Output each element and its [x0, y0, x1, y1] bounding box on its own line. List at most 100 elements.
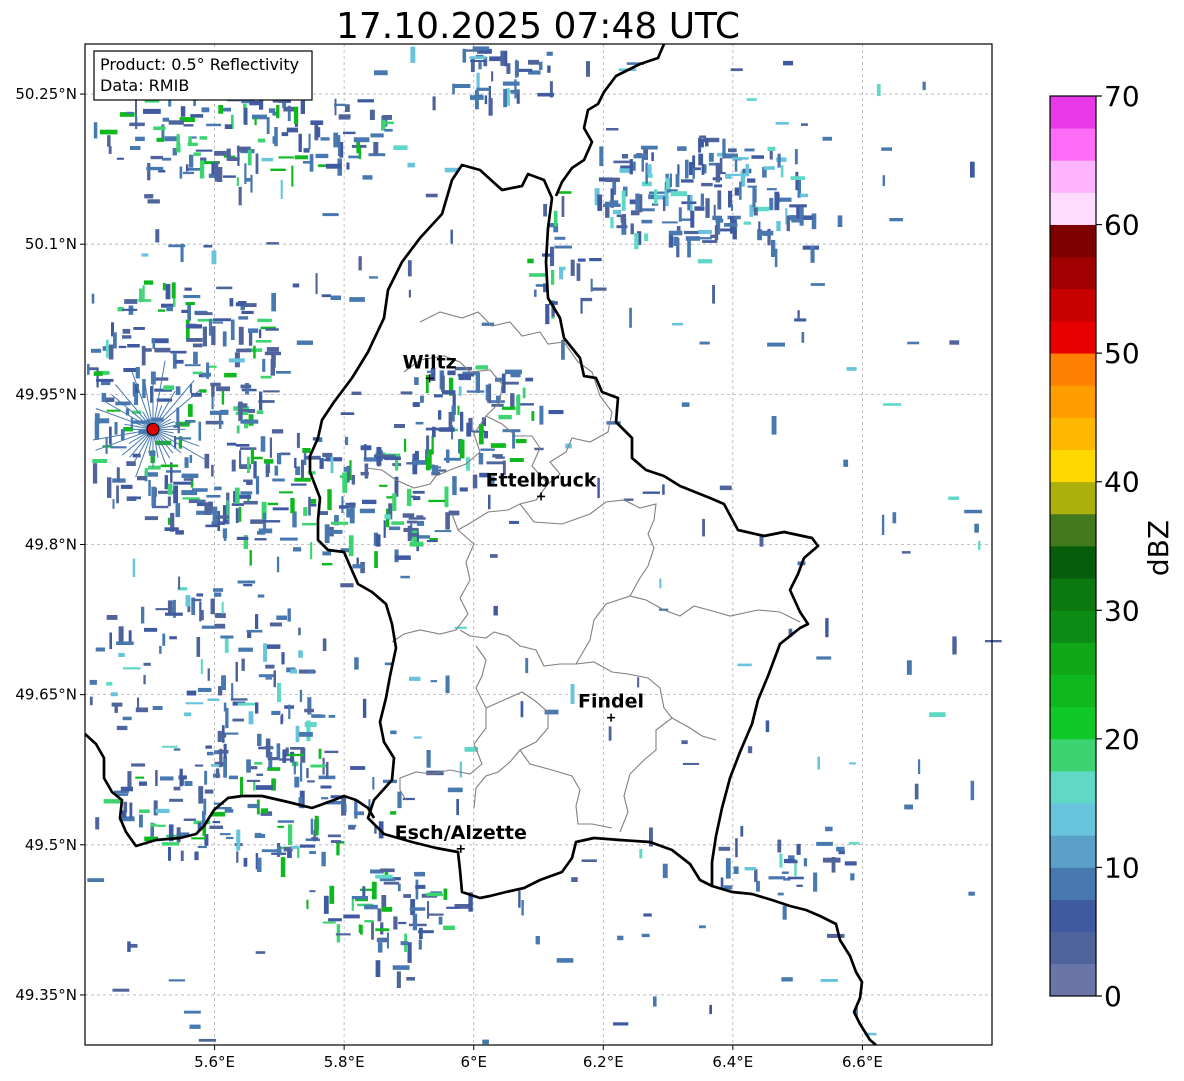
- echo-cell: [490, 443, 506, 448]
- echo-cell: [298, 627, 301, 636]
- echo-cell: [364, 920, 374, 923]
- echo-cell: [137, 697, 140, 709]
- echo-cell: [444, 486, 449, 508]
- echo-cell: [114, 704, 118, 713]
- echo-cell: [307, 780, 315, 783]
- echo-cell: [208, 365, 217, 368]
- echo-cell: [235, 661, 238, 682]
- echo-cell: [290, 669, 298, 674]
- echo-cell: [475, 372, 480, 393]
- echo-cell: [201, 107, 210, 113]
- echo-cell: [701, 163, 705, 175]
- colorbar-band: [1050, 321, 1096, 354]
- echo-cell: [397, 883, 401, 892]
- echo-cell: [795, 171, 799, 191]
- echo-cell: [153, 126, 166, 131]
- echo-cell: [300, 100, 305, 114]
- echo-cell: [364, 444, 367, 460]
- echo-cell: [143, 108, 161, 114]
- echo-cell: [621, 154, 628, 159]
- echo-cell: [199, 610, 204, 621]
- echo-cell: [259, 391, 263, 411]
- echo-cell: [189, 1024, 201, 1029]
- echo-cell: [214, 486, 222, 491]
- echo-cell: [459, 487, 468, 492]
- echo-cell: [974, 523, 979, 533]
- echo-cell: [407, 162, 415, 168]
- echo-cell: [384, 121, 394, 125]
- echo-cell: [712, 215, 722, 221]
- echo-cell: [196, 593, 204, 597]
- echo-cell: [407, 942, 412, 963]
- echo-cell: [420, 395, 424, 403]
- echo-cell: [640, 208, 655, 212]
- echo-cell: [844, 861, 857, 866]
- echo-cell: [286, 127, 298, 133]
- colorbar-tick-label: 70: [1104, 80, 1140, 113]
- city-label: Esch/Alzette: [395, 822, 527, 844]
- echo-cell: [460, 411, 464, 432]
- echo-cell: [427, 901, 430, 919]
- echo-cell: [354, 657, 359, 670]
- echo-cell: [751, 155, 764, 159]
- echo-cell: [502, 81, 520, 86]
- echo-cell: [146, 166, 164, 171]
- echo-cell: [132, 382, 135, 397]
- echo-cell: [576, 263, 581, 281]
- echo-cell: [319, 458, 324, 469]
- echo-cell: [168, 120, 184, 125]
- echo-cell: [550, 269, 555, 285]
- echo-cell: [581, 859, 597, 862]
- echo-cell: [235, 487, 240, 504]
- echo-cell: [849, 762, 856, 765]
- echo-cell: [310, 503, 317, 507]
- echo-cell: [328, 918, 342, 922]
- echo-cell: [776, 221, 781, 231]
- echo-cell: [475, 89, 479, 110]
- echo-cell: [491, 71, 494, 82]
- echo-cell: [155, 770, 158, 787]
- echo-cell: [381, 895, 387, 909]
- echo-cell: [488, 383, 492, 404]
- echo-cell: [99, 418, 110, 424]
- echo-cell: [681, 740, 688, 745]
- echo-cell: [226, 442, 237, 446]
- echo-cell: [730, 68, 743, 72]
- echo-cell: [214, 150, 227, 156]
- echo-cell: [107, 135, 111, 147]
- echo-cell: [310, 818, 314, 835]
- echo-cell: [201, 625, 216, 629]
- echo-cell: [314, 815, 319, 835]
- echo-cell: [570, 684, 575, 704]
- echo-cell: [324, 750, 339, 754]
- echo-cell: [200, 160, 205, 179]
- echo-cell: [882, 175, 885, 187]
- echo-cell: [92, 463, 98, 484]
- colorbar-band: [1050, 417, 1096, 450]
- echo-cell: [515, 59, 518, 78]
- echo-cell: [246, 759, 251, 773]
- echo-cell: [848, 842, 860, 845]
- echo-cell: [418, 930, 434, 934]
- echo-cell: [235, 302, 245, 307]
- echo-cell: [188, 136, 192, 146]
- echo-cell: [189, 154, 194, 168]
- colorbar-unit-label: dBZ: [1142, 520, 1175, 576]
- echo-cell: [263, 643, 267, 662]
- echo-cell: [112, 499, 115, 509]
- echo-cell: [132, 558, 136, 577]
- echo-cell: [304, 708, 314, 713]
- echo-cell: [87, 363, 90, 375]
- colorbar-band: [1050, 963, 1096, 997]
- echo-cell: [279, 537, 298, 541]
- echo-cell: [406, 488, 412, 507]
- echo-cell: [881, 514, 885, 535]
- echo-cell: [768, 876, 786, 880]
- city-label: Findel: [578, 691, 644, 713]
- echo-cell: [116, 157, 124, 160]
- echo-cell: [308, 133, 311, 150]
- echo-cell: [103, 799, 122, 804]
- echo-cell: [180, 850, 184, 861]
- echo-cell: [162, 117, 170, 122]
- echo-cell: [238, 316, 249, 320]
